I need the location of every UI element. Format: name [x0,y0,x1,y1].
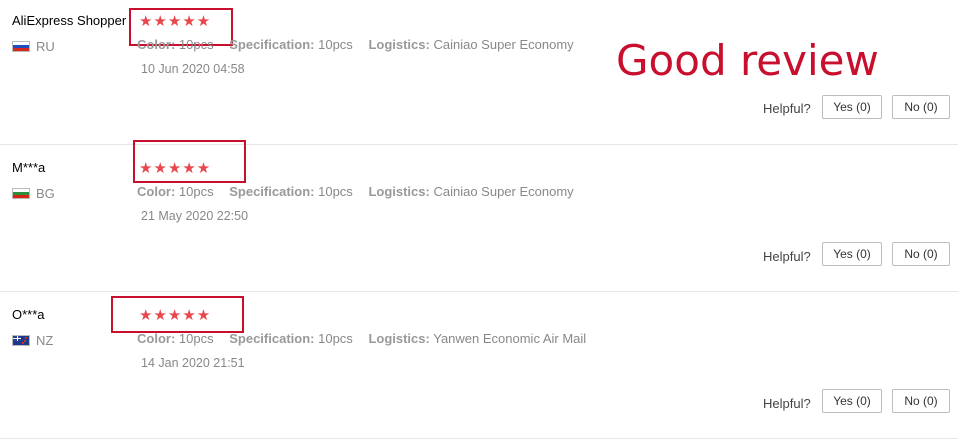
color-value: 10pcs [178,331,214,346]
review-specs: Color: 10pcs Specification: 10pcs Logist… [137,37,574,52]
reviewer-name: O***a [12,307,45,322]
logistics-value: Cainiao Super Economy [433,37,574,52]
review-divider [0,291,958,292]
star-rating: ★★★★★ [139,307,212,324]
helpful-yes-button[interactable]: Yes (0) [822,95,882,119]
review-divider [0,438,958,439]
country-code: RU [36,39,55,54]
new-zealand-flag-icon [12,335,30,346]
review-specs: Color: 10pcs Specification: 10pcs Logist… [137,331,586,346]
spec-value: 10pcs [318,37,353,52]
helpful-label: Helpful? [763,249,811,264]
color-label: Color: [137,331,176,346]
helpful-no-button[interactable]: No (0) [892,242,950,266]
country-code: NZ [36,333,54,348]
logistics-value: Yanwen Economic Air Mail [433,331,587,346]
good-review-annotation: Good review [616,36,879,85]
helpful-label: Helpful? [763,101,811,116]
spec-label: Specification: [229,37,315,52]
review-date: 14 Jan 2020 21:51 [141,356,245,370]
color-label: Color: [137,37,176,52]
star-rating: ★★★★★ [139,160,212,177]
color-label: Color: [137,184,176,199]
country-code: BG [36,186,55,201]
logistics-label: Logistics: [368,37,430,52]
helpful-label: Helpful? [763,396,811,411]
reviewer-name: M***a [12,160,46,175]
helpful-yes-button[interactable]: Yes (0) [822,242,882,266]
russia-flag-icon [12,41,30,52]
color-value: 10pcs [178,184,214,199]
bulgaria-flag-icon [12,188,30,199]
helpful-yes-button[interactable]: Yes (0) [822,389,882,413]
spec-value: 10pcs [318,331,353,346]
helpful-no-button[interactable]: No (0) [892,95,950,119]
color-value: 10pcs [178,37,214,52]
review-date: 10 Jun 2020 04:58 [141,62,245,76]
spec-value: 10pcs [318,184,353,199]
reviewer-name: AliExpress Shopper [12,13,127,28]
spec-label: Specification: [229,184,315,199]
star-rating: ★★★★★ [139,13,212,30]
reviewer-country: NZ [12,333,53,348]
reviews-list: Good review AliExpress Shopper RU ★★★★★ … [0,0,963,448]
helpful-no-button[interactable]: No (0) [892,389,950,413]
review-specs: Color: 10pcs Specification: 10pcs Logist… [137,184,574,199]
reviewer-country: RU [12,39,55,54]
logistics-value: Cainiao Super Economy [433,184,574,199]
review-date: 21 May 2020 22:50 [141,209,249,223]
reviewer-country: BG [12,186,55,201]
logistics-label: Logistics: [368,184,430,199]
logistics-label: Logistics: [368,331,430,346]
spec-label: Specification: [229,331,315,346]
